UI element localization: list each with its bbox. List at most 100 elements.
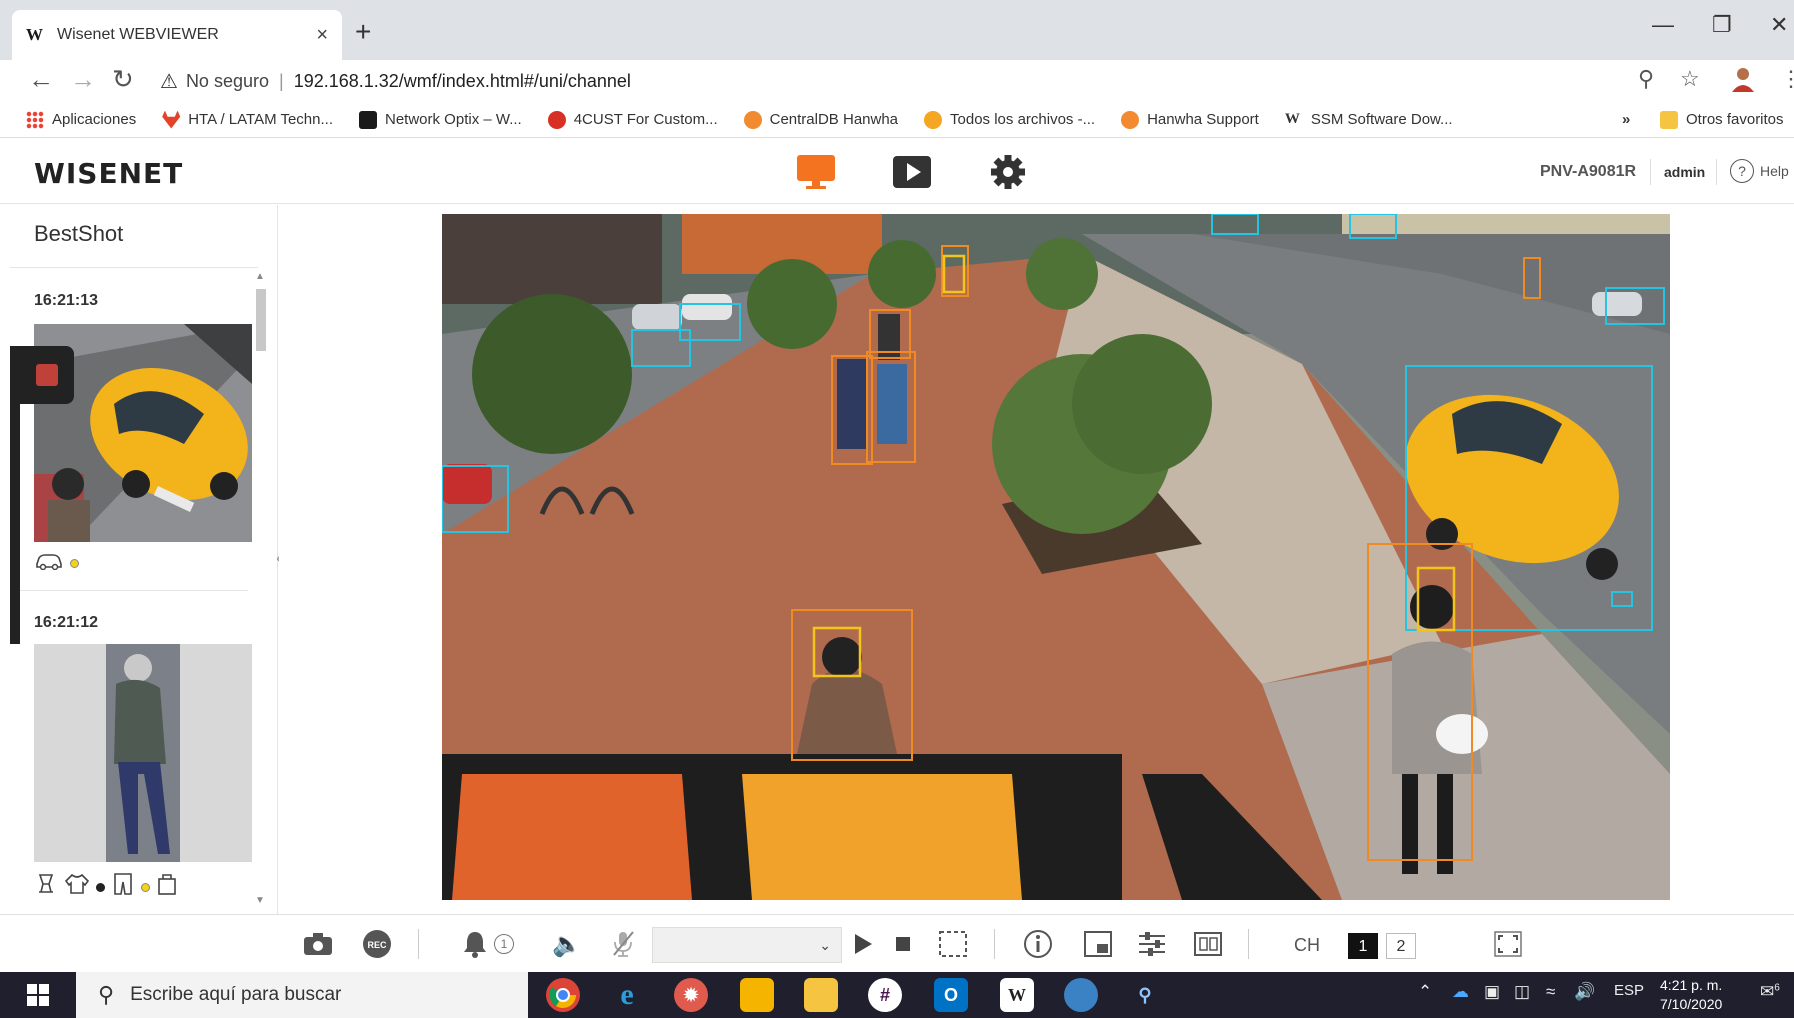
lower-clothing-icon xyxy=(111,872,135,902)
zoom-icon[interactable]: ⚲ xyxy=(1638,66,1654,92)
new-tab-button[interactable]: + xyxy=(355,16,371,48)
address-bar[interactable]: ⚠ No seguro | 192.168.1.32/wmf/index.htm… xyxy=(160,64,1680,98)
internet-explorer-icon[interactable]: e xyxy=(610,978,644,1012)
scroll-down-icon[interactable]: ▼ xyxy=(255,895,265,906)
play-icon[interactable] xyxy=(848,927,878,961)
bookmarks-overflow-button[interactable]: » xyxy=(1622,111,1630,128)
record-button[interactable]: REC xyxy=(360,927,394,961)
fullscreen-icon[interactable] xyxy=(1490,927,1526,961)
folder-icon xyxy=(1660,110,1678,129)
divider xyxy=(994,929,995,959)
snapshot-camera-icon[interactable] xyxy=(302,927,334,961)
bookmark-4cust[interactable]: 4CUST For Custom... xyxy=(547,110,718,129)
separator: | xyxy=(279,70,284,91)
live-monitor-icon[interactable] xyxy=(796,153,836,191)
alarm-button[interactable]: 1 xyxy=(458,927,518,961)
bestshot-time: 16:21:13 xyxy=(34,292,99,309)
scroll-thumb[interactable] xyxy=(256,289,266,351)
taskbar-search-box[interactable]: ⚲ Escribe aquí para buscar xyxy=(76,972,528,1018)
vehicle-car-icon xyxy=(34,550,64,576)
tray-app-icon[interactable]: ▣ xyxy=(1484,982,1500,1002)
warning-icon[interactable]: ⚠ xyxy=(160,69,178,94)
app-swirl-icon[interactable]: ✹ xyxy=(674,978,708,1012)
taskbar-clock[interactable]: 4:21 p. m. 7/10/2020 xyxy=(1660,976,1722,1014)
bookmark-star-icon[interactable]: ☆ xyxy=(1680,66,1700,92)
slack-icon[interactable]: # xyxy=(868,978,902,1012)
forward-icon[interactable]: → xyxy=(70,64,96,95)
help-button[interactable]: ? Help xyxy=(1730,159,1789,183)
bookmark-label: Otros favoritos xyxy=(1686,111,1784,128)
sticky-notes-icon[interactable] xyxy=(740,978,774,1012)
menu-kebab-icon[interactable]: ⋮ xyxy=(1780,66,1794,92)
video-profile-select[interactable]: ⌄ xyxy=(652,927,842,963)
live-video-feed[interactable] xyxy=(442,214,1670,900)
recording-stop-button[interactable] xyxy=(10,346,74,404)
browser-tab-wisenet[interactable]: W Wisenet WEBVIEWER × xyxy=(12,10,342,60)
wisenet-favicon-icon: W xyxy=(26,25,43,44)
bookmark-label: Hanwha Support xyxy=(1147,111,1259,128)
area-zoom-icon[interactable] xyxy=(936,927,970,961)
remote-app-icon[interactable] xyxy=(1064,978,1098,1012)
onedrive-cloud-icon[interactable]: ☁ xyxy=(1452,982,1469,1002)
color-dot-black-icon xyxy=(96,882,105,892)
channel-2-button[interactable]: 2 xyxy=(1386,933,1416,959)
volume-icon[interactable]: 🔊 xyxy=(1574,982,1595,1002)
chevron-down-icon: ⌄ xyxy=(819,936,831,953)
bookmark-label: Network Optix – W... xyxy=(385,111,522,128)
bookmark-todos-archivos[interactable]: Todos los archivos -... xyxy=(924,110,1096,129)
bookmark-label: Todos los archivos -... xyxy=(950,111,1096,128)
tray-chevron-up-icon[interactable]: ⌃ xyxy=(1418,982,1432,1002)
search-tool-icon[interactable]: ⚲ xyxy=(1128,978,1162,1012)
url-text[interactable]: 192.168.1.32/wmf/index.html#/uni/channel xyxy=(294,71,631,92)
aspect-ratio-icon[interactable] xyxy=(1190,927,1226,961)
speaker-icon[interactable]: 🔈 xyxy=(552,927,582,961)
minimize-icon[interactable]: — xyxy=(1652,12,1674,38)
network-icon[interactable]: ◫ xyxy=(1514,982,1530,1002)
bookmark-network-optix[interactable]: Network Optix – W... xyxy=(359,110,522,129)
wifi-icon[interactable]: ≈ xyxy=(1546,982,1555,1002)
language-indicator[interactable]: ESP xyxy=(1614,982,1644,999)
security-label[interactable]: No seguro xyxy=(186,71,269,92)
restore-icon[interactable]: ❐ xyxy=(1712,12,1732,38)
windows-start-button[interactable] xyxy=(0,972,76,1018)
person-body-icon xyxy=(34,872,58,902)
reload-icon[interactable]: ↻ xyxy=(112,64,134,95)
bookmark-hanwha-support[interactable]: Hanwha Support xyxy=(1121,110,1259,129)
settings-gear-icon[interactable] xyxy=(988,153,1028,191)
tab-close-icon[interactable]: × xyxy=(316,24,328,47)
wisenet-app-icon[interactable]: W xyxy=(1000,978,1034,1012)
file-explorer-icon[interactable] xyxy=(804,978,838,1012)
bookmark-hta-latam[interactable]: HTA / LATAM Techn... xyxy=(162,110,333,129)
wisenet-w-icon: W xyxy=(1284,110,1300,127)
playback-icon[interactable] xyxy=(892,153,932,191)
tab-title: Wisenet WEBVIEWER xyxy=(57,26,219,43)
notifications-icon[interactable]: ✉6 xyxy=(1760,982,1780,1002)
bestshot-scrollbar[interactable]: ▲ ▼ xyxy=(250,267,268,913)
bookmark-apps[interactable]: Aplicaciones xyxy=(26,110,136,129)
divider xyxy=(1248,929,1249,959)
hanwha-support-icon xyxy=(1121,110,1140,129)
profile-avatar-icon[interactable] xyxy=(1730,66,1756,98)
bookmark-other-favorites[interactable]: Otros favoritos xyxy=(1660,110,1784,129)
channel-1-button[interactable]: 1 xyxy=(1348,933,1378,959)
info-icon[interactable] xyxy=(1020,927,1056,961)
search-icon: ⚲ xyxy=(98,982,115,1007)
color-dot-yellow-icon xyxy=(70,558,79,568)
bestshot-time: 16:21:12 xyxy=(34,614,99,631)
back-icon[interactable]: ← xyxy=(28,64,54,95)
pip-window-icon[interactable] xyxy=(1080,927,1116,961)
close-window-icon[interactable]: ✕ xyxy=(1770,12,1788,38)
outlook-icon[interactable]: O xyxy=(934,978,968,1012)
chrome-taskbar-icon[interactable] xyxy=(546,978,580,1012)
microphone-muted-icon[interactable] xyxy=(608,927,638,961)
stop-icon[interactable] xyxy=(888,927,918,961)
bookmark-centraldb[interactable]: CentralDB Hanwha xyxy=(743,110,899,129)
bestshot-thumbnail-person[interactable] xyxy=(34,644,252,862)
image-adjust-sliders-icon[interactable] xyxy=(1134,927,1170,961)
divider xyxy=(1716,159,1717,185)
scroll-up-icon[interactable]: ▲ xyxy=(255,271,265,282)
bookmark-ssm-software[interactable]: W SSM Software Dow... xyxy=(1285,111,1453,129)
app-header: WISENET PNV-A9081R admin ? Help xyxy=(0,139,1794,204)
bookmark-label: CentralDB Hanwha xyxy=(769,111,899,128)
user-name[interactable]: admin xyxy=(1664,164,1705,180)
